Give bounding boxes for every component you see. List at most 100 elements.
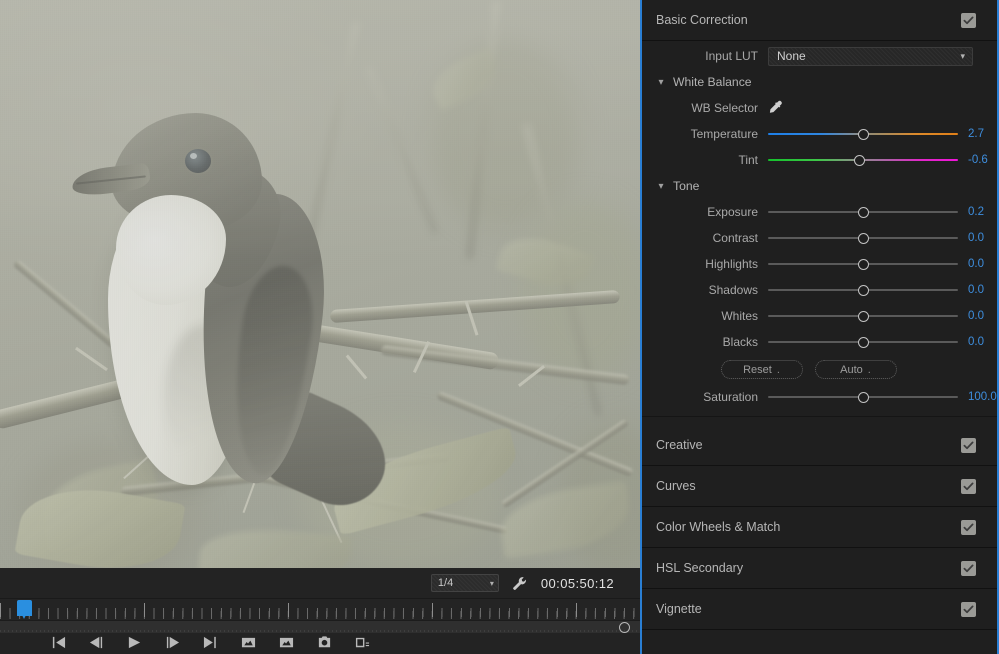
group-white-balance[interactable]: ▾ White Balance bbox=[642, 69, 997, 95]
step-back-icon[interactable] bbox=[86, 635, 106, 653]
shadows-row: Shadows 0.0 bbox=[642, 277, 997, 303]
shadows-thumb[interactable] bbox=[857, 284, 869, 296]
exposure-track bbox=[768, 206, 958, 218]
current-timecode[interactable]: 00:05:50:12 bbox=[541, 576, 614, 591]
tint-value[interactable]: -0.6 bbox=[962, 154, 997, 166]
blacks-thumb[interactable] bbox=[857, 336, 869, 348]
saturation-track bbox=[768, 391, 958, 403]
program-monitor-panel: 1/4 ▾ 00:05:50:12 bbox=[0, 0, 640, 654]
tint-label: Tint bbox=[738, 153, 758, 167]
whites-track bbox=[768, 310, 958, 322]
export-frame-icon[interactable] bbox=[314, 635, 334, 653]
tint-slider[interactable] bbox=[768, 149, 958, 171]
section-divider bbox=[642, 416, 997, 417]
section-title: HSL Secondary bbox=[656, 561, 744, 575]
lift-icon[interactable] bbox=[238, 635, 258, 653]
preview-image bbox=[0, 0, 640, 568]
section-enable-checkbox[interactable] bbox=[961, 478, 976, 494]
group-tone[interactable]: ▾ Tone bbox=[642, 173, 997, 199]
zoom-scrollbar[interactable] bbox=[0, 620, 640, 633]
temperature-track bbox=[768, 128, 958, 140]
input-lut-value: None bbox=[777, 49, 806, 63]
blacks-label: Blacks bbox=[722, 335, 758, 349]
basic-correction-body: Input LUT None ▾ ▾ White Balance WB Sele… bbox=[642, 41, 997, 425]
playback-resolution-select[interactable]: 1/4 ▾ bbox=[430, 574, 499, 592]
zoom-handle-right[interactable] bbox=[619, 622, 630, 633]
highlights-slider[interactable] bbox=[768, 253, 958, 275]
auto-button-label: Auto bbox=[840, 363, 863, 376]
contrast-value[interactable]: 0.0 bbox=[962, 232, 997, 244]
shadows-track bbox=[768, 284, 958, 296]
shadows-slider[interactable] bbox=[768, 279, 958, 301]
section-enable-checkbox[interactable] bbox=[961, 560, 976, 576]
auto-button[interactable]: Auto . bbox=[814, 360, 897, 379]
whites-label: Whites bbox=[721, 309, 758, 323]
auto-dropdown-icon: . bbox=[867, 363, 871, 376]
whites-slider[interactable] bbox=[768, 305, 958, 327]
section-header-basic-correction[interactable]: Basic Correction bbox=[642, 0, 997, 41]
section-header-hsl-secondary[interactable]: HSL Secondary bbox=[642, 548, 997, 589]
tint-row: Tint -0.6 bbox=[642, 147, 997, 173]
chevron-down-icon: ▾ bbox=[658, 76, 664, 88]
blacks-value[interactable]: 0.0 bbox=[962, 336, 997, 348]
temperature-thumb[interactable] bbox=[857, 128, 869, 140]
contrast-thumb[interactable] bbox=[857, 232, 869, 244]
section-header-curves[interactable]: Curves bbox=[642, 466, 997, 507]
extract-icon[interactable] bbox=[276, 635, 296, 653]
reset-button[interactable]: Reset . bbox=[720, 360, 803, 379]
exposure-value[interactable]: 0.2 bbox=[962, 206, 997, 218]
shadows-label: Shadows bbox=[708, 283, 758, 297]
whites-row: Whites 0.0 bbox=[642, 303, 997, 329]
lumetri-color-panel: Basic Correction Input LUT None ▾ ▾ Whit… bbox=[640, 0, 999, 654]
saturation-value[interactable]: 100.0 bbox=[962, 391, 997, 403]
section-enable-checkbox[interactable] bbox=[961, 437, 976, 453]
tint-thumb[interactable] bbox=[853, 154, 865, 166]
settings-wrench-icon[interactable] bbox=[511, 574, 529, 592]
whites-thumb[interactable] bbox=[857, 310, 869, 322]
blacks-row: Blacks 0.0 bbox=[642, 329, 997, 355]
reset-dropdown-icon: . bbox=[776, 363, 780, 376]
saturation-label: Saturation bbox=[703, 390, 758, 404]
video-preview[interactable] bbox=[0, 0, 640, 568]
contrast-slider[interactable] bbox=[768, 227, 958, 249]
section-title: Curves bbox=[656, 479, 696, 493]
whites-value[interactable]: 0.0 bbox=[962, 310, 997, 322]
group-label: Tone bbox=[673, 179, 700, 193]
exposure-label: Exposure bbox=[707, 205, 758, 219]
playback-resolution-value: 1/4 bbox=[437, 577, 454, 589]
blacks-slider[interactable] bbox=[768, 331, 958, 353]
section-header-creative[interactable]: Creative bbox=[642, 425, 997, 466]
playhead[interactable] bbox=[17, 600, 32, 619]
highlights-value[interactable]: 0.0 bbox=[962, 258, 997, 270]
transport-controls bbox=[0, 633, 640, 654]
section-header-vignette[interactable]: Vignette bbox=[642, 589, 997, 630]
reset-button-label: Reset bbox=[743, 363, 772, 376]
section-enable-checkbox[interactable] bbox=[961, 601, 976, 617]
temperature-row: Temperature 2.7 bbox=[642, 121, 997, 147]
blacks-track bbox=[768, 336, 958, 348]
exposure-thumb[interactable] bbox=[857, 206, 869, 218]
section-enable-checkbox[interactable] bbox=[961, 519, 976, 535]
section-title: Vignette bbox=[656, 602, 702, 616]
time-ruler[interactable] bbox=[0, 598, 640, 620]
section-enable-checkbox[interactable] bbox=[961, 12, 976, 28]
exposure-slider[interactable] bbox=[768, 201, 958, 223]
section-header-color-wheels-match[interactable]: Color Wheels & Match bbox=[642, 507, 997, 548]
go-to-out-point-icon[interactable] bbox=[200, 635, 220, 653]
input-lut-label: Input LUT bbox=[705, 49, 758, 63]
saturation-thumb[interactable] bbox=[857, 391, 869, 403]
step-forward-icon[interactable] bbox=[162, 635, 182, 653]
input-lut-row: Input LUT None ▾ bbox=[642, 43, 997, 69]
highlights-thumb[interactable] bbox=[857, 258, 869, 270]
temperature-slider[interactable] bbox=[768, 123, 958, 145]
eyedropper-icon[interactable] bbox=[768, 98, 788, 118]
wb-selector-row: WB Selector bbox=[642, 95, 997, 121]
comparison-view-icon[interactable] bbox=[352, 635, 372, 653]
go-to-in-point-icon[interactable] bbox=[48, 635, 68, 653]
temperature-value[interactable]: 2.7 bbox=[962, 128, 997, 140]
play-icon[interactable] bbox=[124, 635, 144, 653]
input-lut-select[interactable]: None ▾ bbox=[768, 46, 973, 66]
saturation-slider[interactable] bbox=[768, 386, 958, 408]
chevron-down-icon: ▾ bbox=[658, 180, 664, 192]
shadows-value[interactable]: 0.0 bbox=[962, 284, 997, 296]
